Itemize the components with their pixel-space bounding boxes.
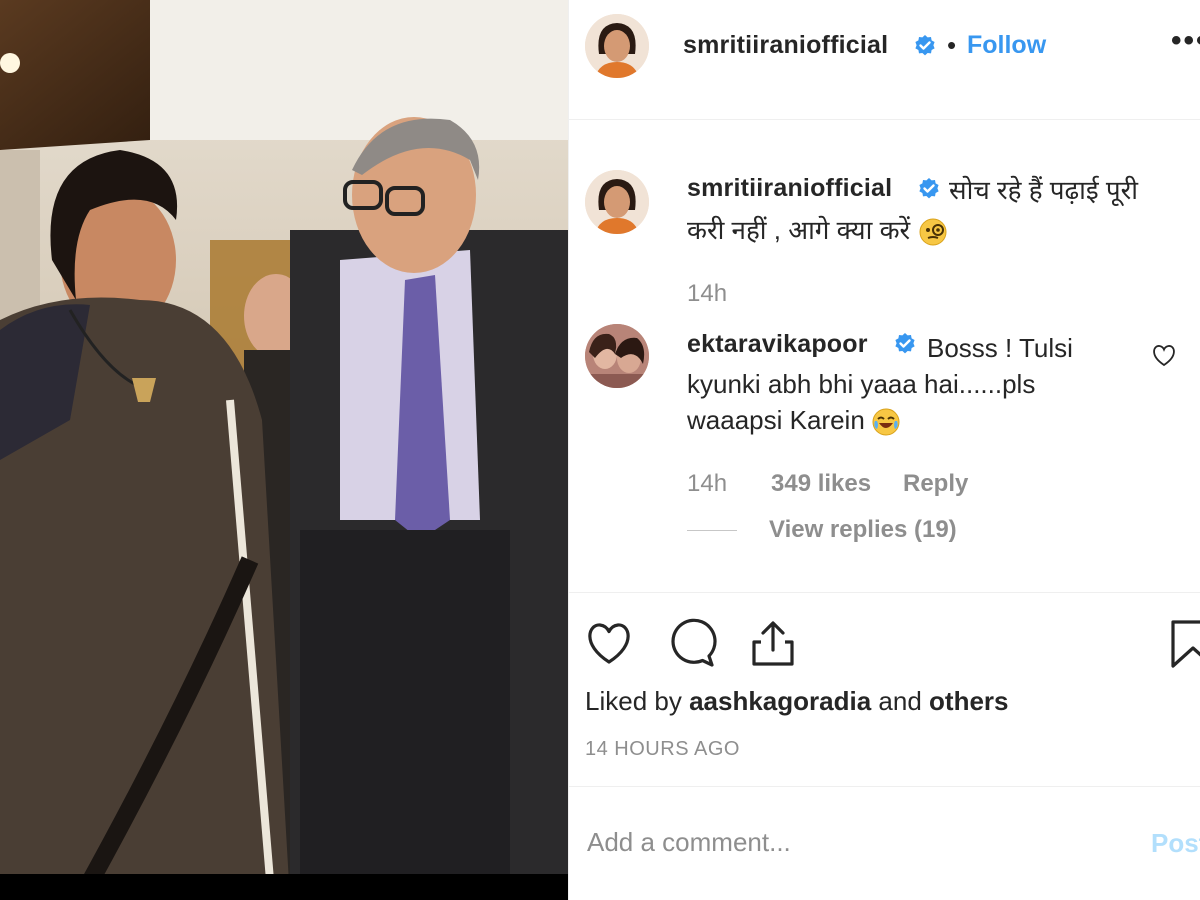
commenter-username[interactable]: ektaravikapoor bbox=[687, 330, 868, 359]
comment-text-line3: waaapsi Karein bbox=[687, 405, 865, 435]
caption-text-line2: करी नहीं , आगे क्या करें bbox=[687, 215, 911, 245]
add-comment-input[interactable] bbox=[585, 826, 1109, 859]
caption-timestamp[interactable]: 14h bbox=[687, 280, 727, 308]
comment-text-line2: kyunki abh bhi yaaa hai......pls bbox=[687, 369, 1036, 399]
bookmark-icon[interactable] bbox=[1167, 618, 1200, 670]
header-separator: • bbox=[947, 30, 957, 60]
comment-reply-button[interactable]: Reply bbox=[903, 470, 968, 498]
photo-letterbox-bar bbox=[0, 874, 568, 900]
avatar[interactable] bbox=[585, 14, 649, 78]
commenter-avatar[interactable] bbox=[585, 324, 649, 388]
verified-badge-icon bbox=[915, 35, 935, 56]
share-icon[interactable] bbox=[747, 618, 799, 670]
view-replies-button[interactable]: View replies (19) bbox=[769, 516, 957, 544]
liked-by-prefix: Liked by bbox=[585, 686, 682, 716]
post-photo[interactable] bbox=[0, 0, 568, 900]
comment-like-heart-icon[interactable] bbox=[1151, 344, 1177, 368]
post-comment-button[interactable]: Post bbox=[1151, 828, 1200, 859]
actions-divider bbox=[569, 592, 1200, 593]
comment-text-line3-wrap: waaapsi Karein bbox=[687, 400, 901, 440]
comment-timestamp[interactable]: 14h bbox=[687, 470, 727, 498]
commenter-avatar-image bbox=[585, 324, 649, 388]
profile-avatar-image bbox=[585, 14, 649, 78]
liked-by-user-link[interactable]: aashkagoradia bbox=[689, 686, 871, 716]
comment-likes-count[interactable]: 349 likes bbox=[771, 470, 871, 498]
post-timestamp[interactable]: 14 HOURS AGO bbox=[585, 738, 740, 761]
caption-text-line2-wrap: करी नहीं , आगे क्या करें bbox=[687, 210, 948, 250]
liked-by-summary: Liked by aashkagoradia and others bbox=[585, 686, 1009, 717]
comment-text-line1: Bosss ! Tulsi bbox=[927, 333, 1073, 363]
laughing-tears-emoji-icon bbox=[872, 408, 900, 436]
post-details-panel: smritiiraniofficial • Follow ••• smritii… bbox=[568, 0, 1200, 900]
liked-by-connector: and bbox=[878, 686, 922, 716]
post-header: smritiiraniofficial • Follow ••• bbox=[569, 0, 1200, 120]
caption-avatar-image bbox=[585, 170, 649, 234]
follow-button[interactable]: Follow bbox=[967, 31, 1046, 60]
post-image bbox=[0, 0, 568, 900]
caption-username[interactable]: smritiiraniofficial bbox=[687, 174, 892, 203]
comment-bubble-icon[interactable] bbox=[665, 618, 717, 670]
liked-by-others-link[interactable]: others bbox=[929, 686, 1008, 716]
more-options-icon[interactable]: ••• bbox=[1171, 24, 1200, 58]
verified-badge-icon bbox=[919, 178, 939, 199]
replies-divider bbox=[687, 530, 737, 531]
post-author-username[interactable]: smritiiraniofficial bbox=[683, 31, 888, 60]
heart-icon[interactable] bbox=[583, 618, 635, 670]
caption-text-line1: सोच रहे हैं पढ़ाई पूरी bbox=[949, 175, 1139, 205]
caption-avatar[interactable] bbox=[585, 170, 649, 234]
add-comment-divider bbox=[569, 786, 1200, 787]
verified-badge-icon bbox=[895, 333, 915, 354]
monocle-face-emoji-icon bbox=[919, 218, 947, 246]
